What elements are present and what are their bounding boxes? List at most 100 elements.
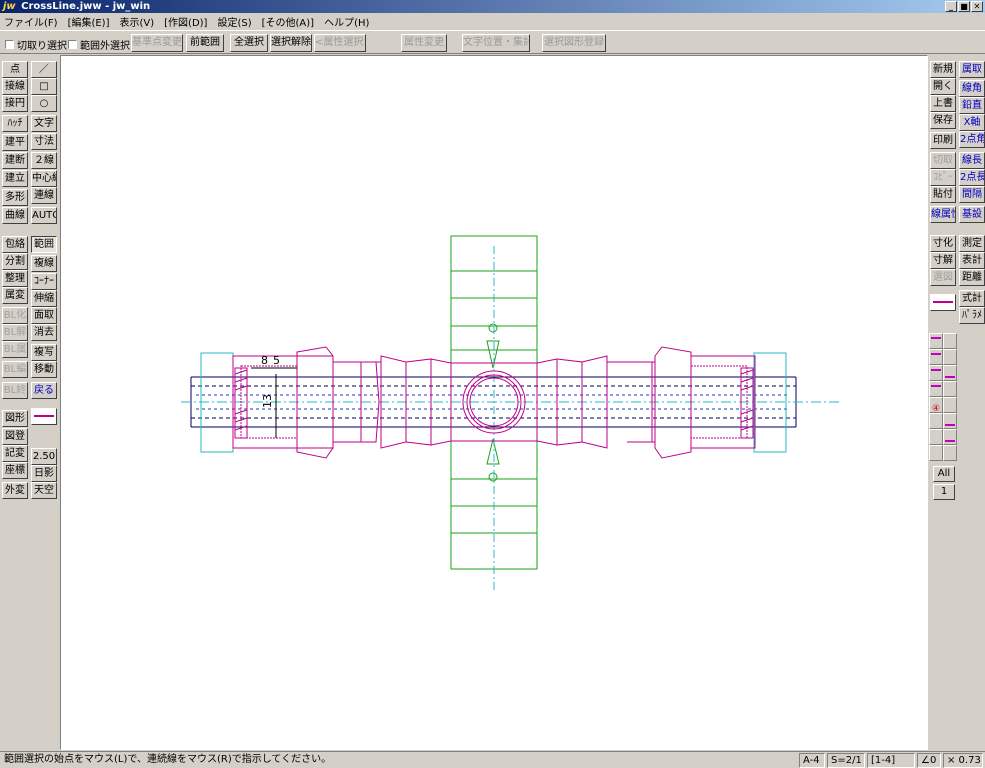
line-style-indicator[interactable] [31,408,57,425]
tool-tangent-circle[interactable]: 接円 [2,95,28,112]
layer-button[interactable] [929,349,943,365]
tool-elevation[interactable]: 建立 [2,170,28,187]
change-base-point-button[interactable]: 基準点変更 [131,34,183,52]
tool-point[interactable]: 点 [2,61,28,78]
tool-rectangle[interactable]: □ [31,78,57,95]
tool-circle[interactable]: ○ [31,95,57,112]
tool-curve[interactable]: 曲線 [2,207,28,224]
tool-center-line[interactable]: 中心線 [31,170,57,187]
tool-block-edit[interactable]: BL編 [2,361,28,378]
tool-base-setting[interactable]: 基設 [959,206,985,223]
tool-x-axis[interactable]: X軸 [959,114,985,131]
tool-measure[interactable]: 測定 [959,235,985,252]
tool-dim-explode[interactable]: 寸解 [930,252,956,269]
tool-text[interactable]: 文字 [31,115,57,132]
layer-button[interactable] [943,397,957,413]
tool-plan[interactable]: 建平 [2,134,28,151]
tool-vertical[interactable]: 鉛直 [959,97,985,114]
tool-line-length[interactable]: 線長 [959,152,985,169]
tool-save[interactable]: 保存 [930,112,956,129]
tool-overwrite[interactable]: 上書 [930,95,956,112]
tool-polygon[interactable]: 多形 [2,189,28,206]
close-button[interactable]: ✕ [971,1,983,12]
tool-attr-change[interactable]: 属変 [2,287,28,304]
zoom-indicator[interactable]: × 0.73 [943,753,983,768]
tool-cut[interactable]: 切取 [930,152,956,169]
tool-envelope[interactable]: 包絡 [2,236,28,253]
previous-range-button[interactable]: 前範囲 [186,34,224,52]
tool-organize[interactable]: 整理 [2,270,28,287]
outside-select-checkbox[interactable]: 範囲外選択 [68,37,130,52]
tool-copy[interactable]: 複写 [31,344,57,361]
tool-divide[interactable]: 分割 [2,253,28,270]
scale-indicator[interactable]: S=2/1 [827,753,865,768]
layer-button[interactable] [943,429,957,445]
tool-sky[interactable]: 天空 [31,482,57,499]
tool-chamfer[interactable]: 面取 [31,307,57,324]
tool-hatch[interactable]: ﾊｯﾁ [2,115,28,132]
layer-indicator[interactable]: [1-4] [867,753,915,768]
paper-size[interactable]: A-4 [799,753,825,768]
menu-file[interactable]: ファイル(F) [4,14,58,29]
tool-block-explode[interactable]: BL解 [2,324,28,341]
tool-block-create[interactable]: BL化 [2,307,28,324]
tool-double-line[interactable]: ２線 [31,152,57,169]
tool-line-angle[interactable]: 線角 [959,80,985,97]
tool-line[interactable]: ／ [31,61,57,78]
tool-stretch[interactable]: 伸縮 [31,290,57,307]
tool-dimension[interactable]: 寸法 [31,133,57,150]
layer-button[interactable] [943,413,957,429]
tool-auto[interactable]: AUTO [31,207,57,224]
active-layer-indicator[interactable]: ④ [929,401,943,417]
drawing-canvas[interactable]: 8 5 13 [60,55,928,750]
layer-button[interactable] [929,365,943,381]
tool-two-point-angle[interactable]: 2点角 [959,131,985,148]
layer-all-button[interactable]: All [933,466,955,482]
layer-button[interactable] [929,429,943,445]
tool-figure[interactable]: 図形 [2,410,28,427]
tool-attr-get[interactable]: 属取 [959,61,985,78]
tool-parallel-line[interactable]: 複線 [31,255,57,272]
tool-print[interactable]: 印刷 [930,132,956,149]
layer-button[interactable] [943,349,957,365]
menu-help[interactable]: ヘルプ(H) [324,14,369,29]
layer-button[interactable] [943,381,957,397]
cut-select-checkbox[interactable]: 切取り選択 [5,37,67,52]
tool-paste[interactable]: 貼付 [930,186,956,203]
deselect-button[interactable]: 選択解除 [270,34,312,52]
tool-line-attr[interactable]: 線属性 [930,206,956,223]
attribute-select-button[interactable]: <属性選択> [314,34,366,52]
layer-button[interactable] [943,333,957,349]
select-all-button[interactable]: 全選択 [230,34,268,52]
layer-button[interactable] [929,333,943,349]
tool-interval[interactable]: 間隔 [959,186,985,203]
layer-button[interactable] [929,445,943,461]
text-position-button[interactable]: 文字位置・集計 [462,34,530,52]
layer-button[interactable] [943,365,957,381]
tool-connect-line[interactable]: 連線 [31,187,57,204]
checkbox-box[interactable] [68,40,77,49]
layer-button[interactable] [943,445,957,461]
attribute-change-button[interactable]: 属性変更 [401,34,447,52]
tool-move[interactable]: 移動 [31,361,57,378]
layer-group-button[interactable]: 1 [933,484,955,500]
register-shape-button[interactable]: 選択図形登録 [542,34,606,52]
tool-coordinate[interactable]: 座標 [2,462,28,479]
tool-parameter[interactable]: ﾊﾟﾗﾒ [959,307,985,324]
tool-select-figure[interactable]: 選図 [930,269,956,286]
menu-view[interactable]: 表示(V) [120,14,155,29]
menu-other[interactable]: [その他(A)] [262,14,314,29]
tool-external-change[interactable]: 外変 [2,482,28,499]
tool-range[interactable]: 範囲 [31,236,57,253]
angle-indicator[interactable]: ∠0 [917,753,941,768]
tool-open[interactable]: 開く [930,78,956,95]
tool-undo[interactable]: 戻る [31,382,57,399]
menu-draw[interactable]: [作図(D)] [164,14,207,29]
tool-record-change[interactable]: 記変 [2,445,28,462]
tool-two-point-length[interactable]: 2点長 [959,169,985,186]
checkbox-box[interactable] [5,40,14,49]
layer-button[interactable] [929,381,943,397]
tool-tangent[interactable]: 接線 [2,78,28,95]
tool-section[interactable]: 建断 [2,152,28,169]
tool-block-attr[interactable]: BL属 [2,341,28,358]
